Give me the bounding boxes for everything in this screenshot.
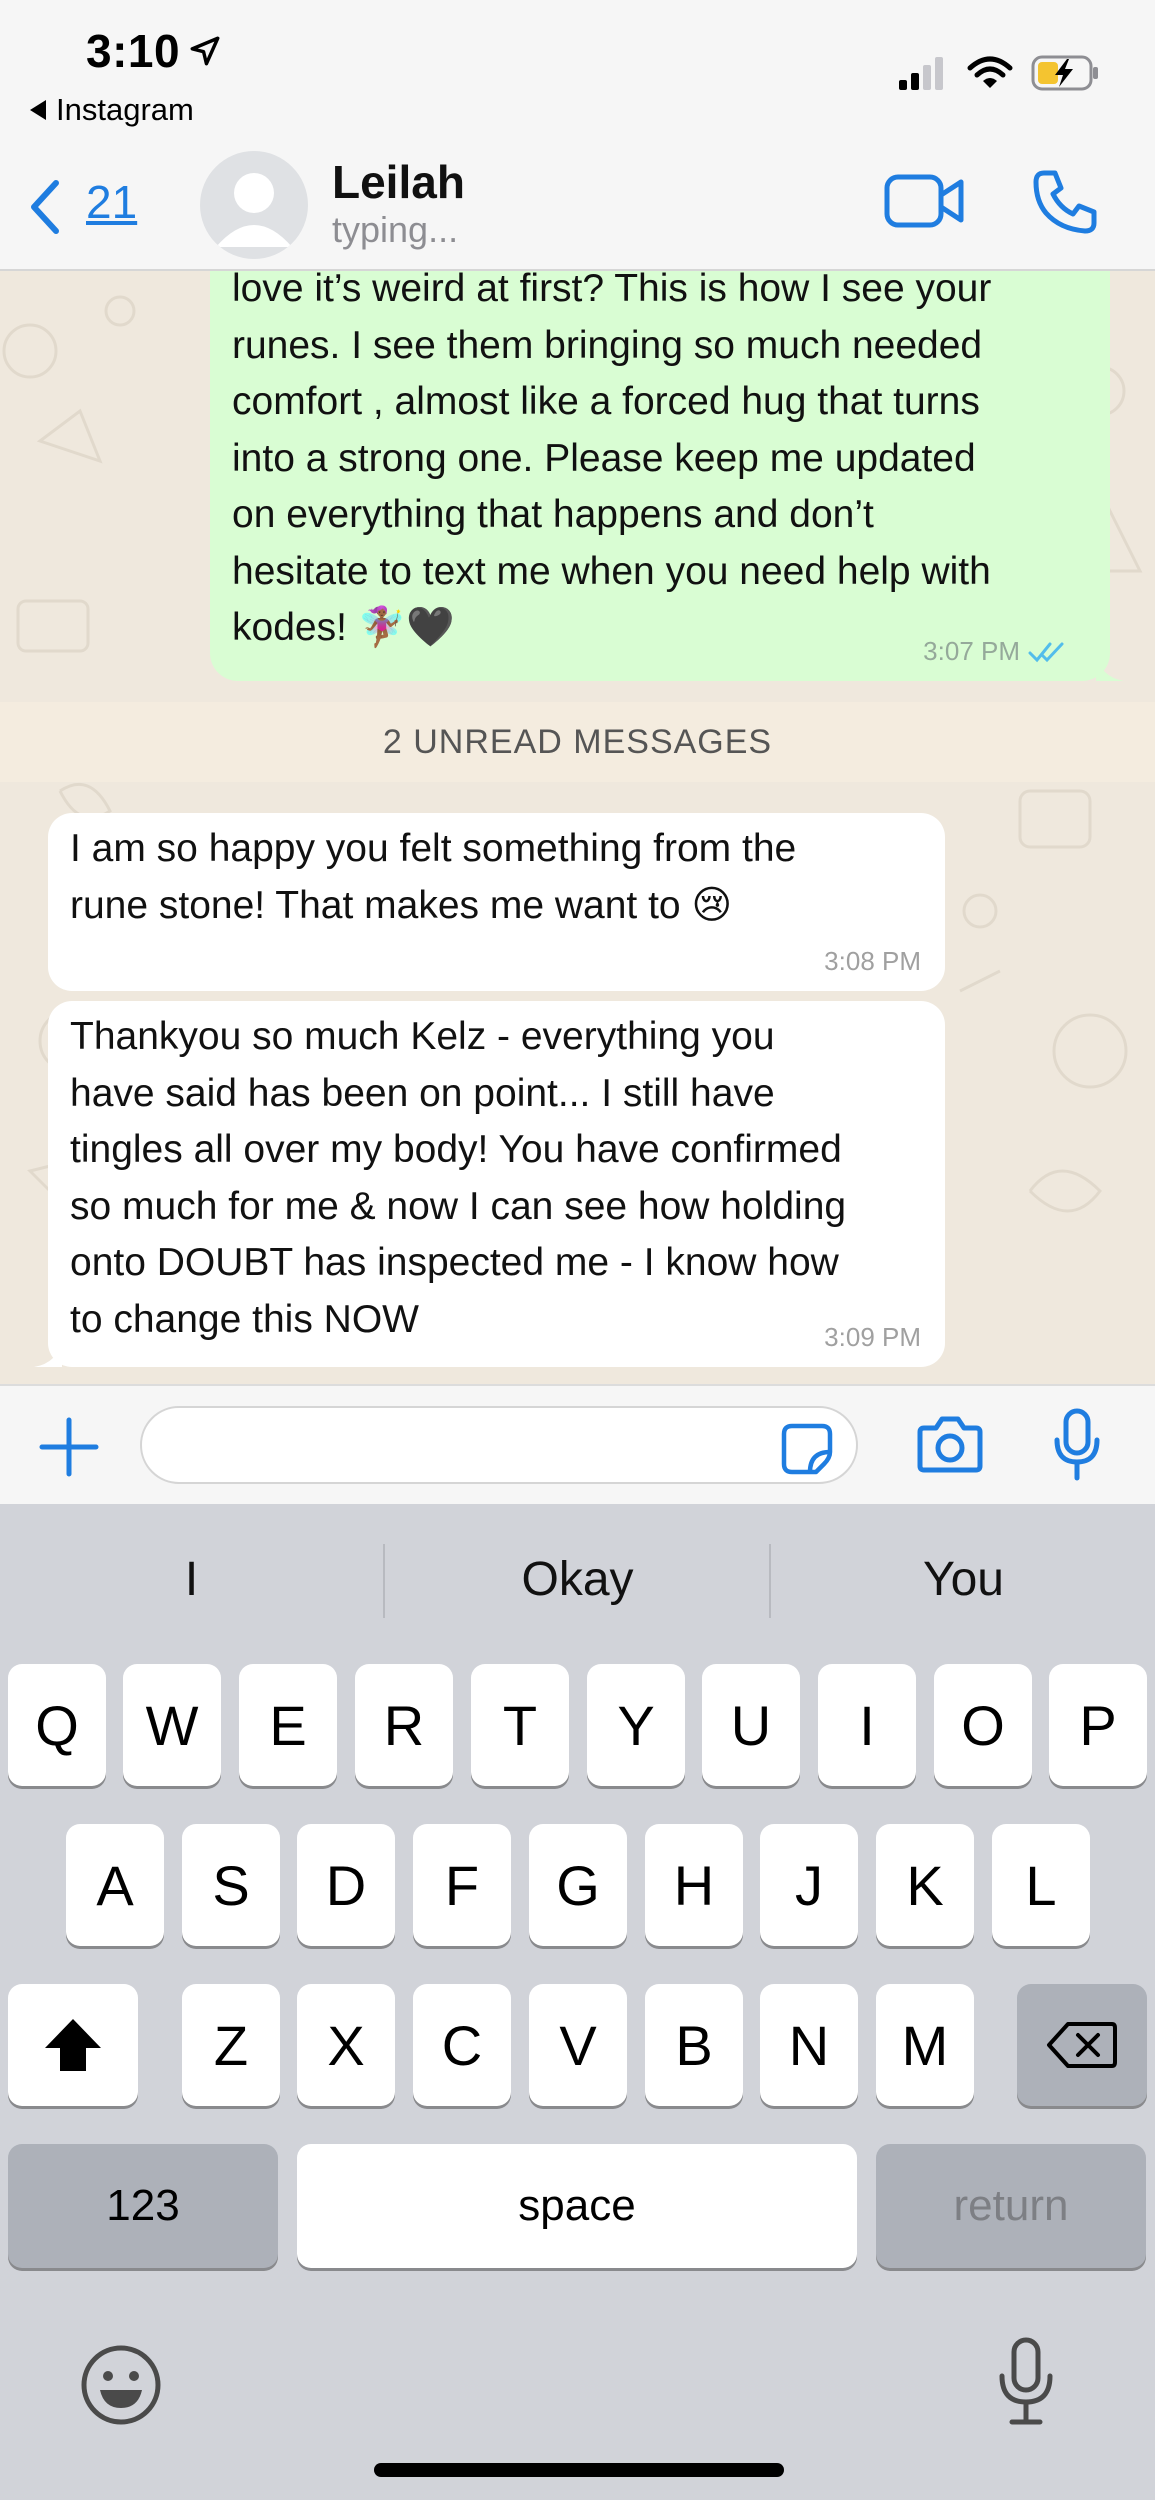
message-line: to change this NOW: [70, 1297, 419, 1341]
key-u[interactable]: U: [702, 1664, 800, 1786]
wifi-icon: [967, 56, 1013, 88]
phone-icon[interactable]: [1030, 167, 1100, 237]
key-t[interactable]: T: [471, 1664, 569, 1786]
message-time: 3:08 PM: [824, 946, 921, 976]
key-z[interactable]: Z: [182, 1984, 280, 2106]
bubble-tail: [34, 1339, 62, 1367]
message-line: runes. I see them bringing so much neede…: [232, 323, 983, 367]
back-app-label: Instagram: [56, 92, 194, 127]
message-line: onto DOUBT has inspected me - I know how: [70, 1241, 839, 1284]
chat-area[interactable]: love it’s weird at first? This is how I …: [0, 271, 1155, 1384]
battery-charging-icon: [1031, 55, 1098, 91]
message-line: into a strong one. Please keep me update…: [232, 436, 976, 480]
message-time: 3:07 PM: [923, 636, 1020, 666]
message-text: Thankyou so much Kelz - everything you h…: [70, 1009, 846, 1348]
message-line: love it’s weird at first? This is how I …: [232, 271, 992, 310]
sticker-icon[interactable]: [780, 1422, 834, 1476]
key-a[interactable]: A: [66, 1824, 164, 1946]
message-input[interactable]: [140, 1406, 858, 1484]
key-e[interactable]: E: [239, 1664, 337, 1786]
back-to-app-link[interactable]: Instagram: [30, 92, 194, 128]
key-i[interactable]: I: [818, 1664, 916, 1786]
space-key[interactable]: space: [297, 2144, 857, 2268]
message-line: so much for me & now I can see how holdi…: [70, 1184, 847, 1228]
message-text: I am so happy you felt something from th…: [70, 821, 796, 934]
status-time: 3:10: [86, 25, 181, 77]
suggestion-item[interactable]: Okay: [386, 1504, 769, 1654]
key-d[interactable]: D: [297, 1824, 395, 1946]
back-triangle-icon: [30, 100, 46, 120]
key-x[interactable]: X: [297, 1984, 395, 2106]
message-meta: 3:07 PM: [923, 636, 1068, 667]
message-text: love it’s weird at first? This is how I …: [232, 271, 1092, 657]
key-v[interactable]: V: [529, 1984, 627, 2106]
key-q[interactable]: Q: [8, 1664, 106, 1786]
status-icons: [897, 54, 1101, 92]
status-bar: 3:10 Instagram: [0, 0, 1155, 145]
key-r[interactable]: R: [355, 1664, 453, 1786]
message-line: on everything that happens and don’t: [232, 493, 874, 536]
message-line: have said has been on point... I still h…: [70, 1071, 775, 1115]
key-g[interactable]: G: [529, 1824, 627, 1946]
whatsapp-chat-screen: 3:10 Instagram 21 Leilah typing... love …: [0, 0, 1155, 2500]
avatar[interactable]: [200, 151, 308, 259]
key-j[interactable]: J: [760, 1824, 858, 1946]
message-line: rune stone! That makes me want to 😢: [70, 883, 733, 927]
back-chevron-icon[interactable]: [24, 177, 64, 237]
message-line: tingles all over my body! You have confi…: [70, 1128, 842, 1171]
suggestion-item[interactable]: You: [772, 1504, 1155, 1654]
unread-messages-banner: 2 UNREAD MESSAGES: [0, 702, 1155, 782]
bubble-tail: [1096, 653, 1124, 681]
emoji-icon[interactable]: [78, 2342, 164, 2428]
suggestion-divider: [383, 1544, 385, 1618]
location-arrow-icon: [190, 36, 220, 66]
key-b[interactable]: B: [645, 1984, 743, 2106]
key-m[interactable]: M: [876, 1984, 974, 2106]
message-line: hesitate to text me when you need help w…: [232, 549, 991, 593]
backspace-icon: [1047, 2022, 1117, 2068]
key-c[interactable]: C: [413, 1984, 511, 2106]
predictive-bar: I Okay You: [0, 1504, 1155, 1654]
chat-header: 21 Leilah typing...: [0, 145, 1155, 271]
message-time: 3:09 PM: [824, 1322, 921, 1352]
dictation-icon[interactable]: [996, 2336, 1056, 2426]
shift-key[interactable]: [8, 1984, 138, 2106]
ios-keyboard: I Okay You Q W E R T Y U I O P A S D F G…: [0, 1504, 1155, 2500]
key-f[interactable]: F: [413, 1824, 511, 1946]
shift-icon: [45, 2019, 101, 2071]
plus-icon[interactable]: [38, 1416, 100, 1478]
message-line: Thankyou so much Kelz - everything you: [70, 1015, 775, 1058]
key-w[interactable]: W: [123, 1664, 221, 1786]
microphone-icon[interactable]: [1052, 1408, 1102, 1482]
key-l[interactable]: L: [992, 1824, 1090, 1946]
outgoing-message[interactable]: love it’s weird at first? This is how I …: [210, 271, 1124, 681]
key-k[interactable]: K: [876, 1824, 974, 1946]
home-indicator[interactable]: [374, 2463, 784, 2477]
key-s[interactable]: S: [182, 1824, 280, 1946]
backspace-key[interactable]: [1017, 1984, 1147, 2106]
read-receipt-icon: [1028, 642, 1064, 662]
incoming-message[interactable]: I am so happy you felt something from th…: [48, 813, 945, 991]
avatar-icon: [216, 173, 292, 247]
video-call-icon[interactable]: [884, 171, 966, 231]
key-p[interactable]: P: [1049, 1664, 1147, 1786]
cellular-signal-icon: [899, 57, 943, 90]
contact-name[interactable]: Leilah: [332, 155, 465, 209]
numbers-key[interactable]: 123: [8, 2144, 278, 2268]
camera-icon[interactable]: [916, 1414, 984, 1474]
message-line: I am so happy you felt something from th…: [70, 827, 797, 870]
key-h[interactable]: H: [645, 1824, 743, 1946]
message-input-bar: [0, 1384, 1155, 1504]
message-line: comfort , almost like a forced hug that …: [232, 380, 980, 423]
key-o[interactable]: O: [934, 1664, 1032, 1786]
incoming-message[interactable]: Thankyou so much Kelz - everything you h…: [34, 1001, 945, 1367]
key-y[interactable]: Y: [587, 1664, 685, 1786]
key-n[interactable]: N: [760, 1984, 858, 2106]
suggestion-item[interactable]: I: [0, 1504, 383, 1654]
suggestion-divider: [769, 1544, 771, 1618]
contact-status: typing...: [332, 209, 459, 250]
return-key[interactable]: return: [876, 2144, 1146, 2268]
unread-chats-count[interactable]: 21: [86, 175, 137, 229]
